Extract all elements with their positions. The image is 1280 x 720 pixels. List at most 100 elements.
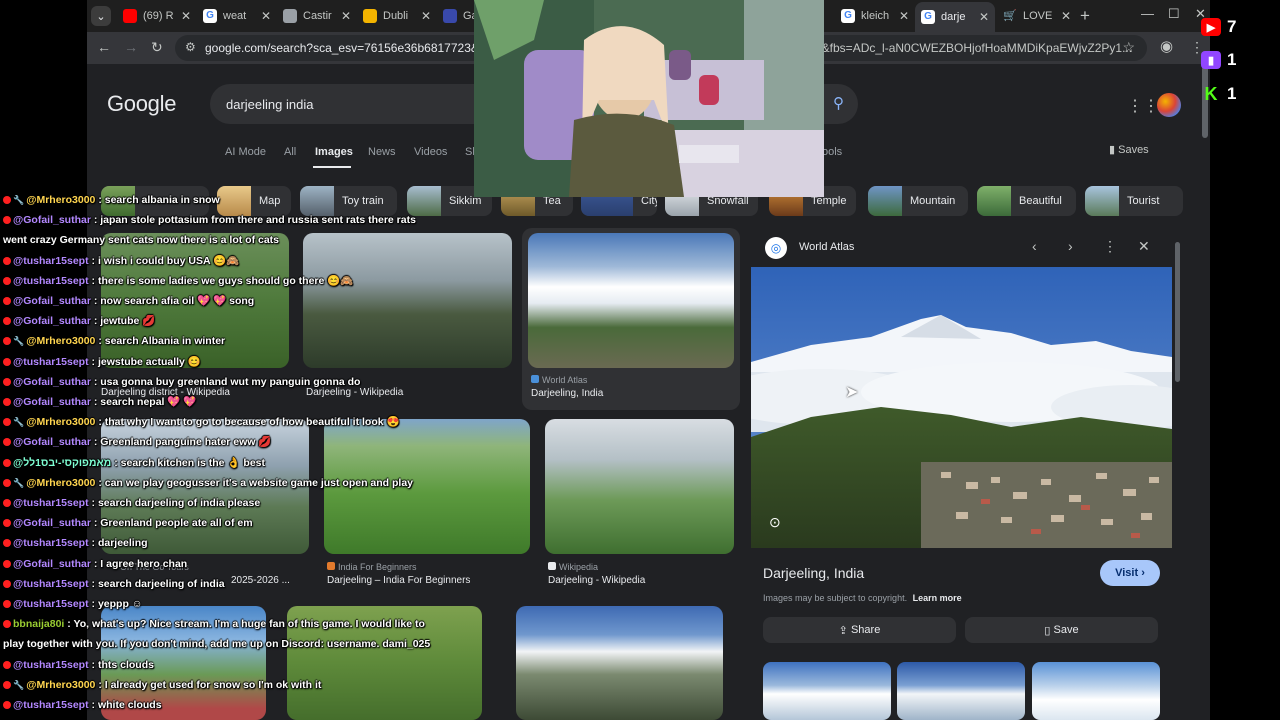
chat-text: now search afia oil 💖 💖 song: [100, 295, 255, 307]
panel-title[interactable]: Darjeeling, India: [763, 565, 864, 581]
image-result-source: World Atlas: [531, 375, 587, 385]
tab-label: (69) R: [143, 10, 174, 22]
chat-username: @Gofail_suthar: [13, 517, 91, 529]
chat-message: @tushar15sept : white clouds: [3, 699, 162, 711]
tab-darjeeling-active[interactable]: G darje ✕: [915, 2, 995, 32]
image-result[interactable]: [516, 606, 723, 720]
chat-username: @tushar15sept: [13, 598, 89, 610]
close-icon[interactable]: ✕: [979, 10, 989, 24]
chat-message: @Gofail_suthar : usa gonna buy greenland…: [3, 376, 360, 388]
image-result-title[interactable]: Darjeeling - Wikipedia: [548, 575, 645, 586]
chat-separator: :: [88, 659, 98, 671]
close-panel-icon[interactable]: ✕: [1138, 238, 1150, 255]
visit-button[interactable]: Visit ›: [1100, 560, 1160, 586]
chip-label: Tourist: [1127, 195, 1160, 207]
tab-youtube[interactable]: (69) R ✕: [117, 4, 197, 28]
saves-link[interactable]: ▮ Saves: [1109, 143, 1149, 156]
chat-username: @Gofail_suthar: [13, 558, 91, 570]
youtube-badge-icon: [3, 580, 11, 588]
tab-tools[interactable]: ools: [822, 146, 842, 158]
tab-label: LOVE: [1023, 10, 1053, 22]
chat-separator: :: [90, 436, 101, 448]
chat-separator: :: [90, 295, 101, 307]
chat-separator: :: [90, 558, 101, 570]
close-icon[interactable]: ✕: [421, 9, 431, 23]
copyright-notice: Images may be subject to copyright. Lear…: [763, 593, 962, 603]
maximize-icon[interactable]: ☐: [1168, 6, 1180, 22]
chat-message: @מאמפוקסי-יבס1לל : search kitchen is the…: [3, 457, 265, 469]
close-icon[interactable]: ✕: [1061, 9, 1071, 23]
tab-label: kleich: [861, 10, 890, 22]
minimize-icon[interactable]: —: [1141, 6, 1154, 21]
image-result[interactable]: [545, 419, 734, 554]
close-icon[interactable]: ✕: [181, 9, 191, 23]
bookmark-icon: ▯: [1044, 624, 1054, 637]
related-image[interactable]: [763, 662, 891, 720]
new-tab-button[interactable]: +: [1080, 6, 1090, 26]
panel-source[interactable]: World Atlas: [799, 241, 854, 253]
panel-scrollbar[interactable]: [1175, 242, 1180, 382]
bookmark-star-icon[interactable]: ☆: [1122, 39, 1135, 56]
chip-mountain[interactable]: Mountain: [868, 186, 968, 216]
reload-icon[interactable]: ↻: [151, 39, 163, 56]
close-icon[interactable]: ✕: [899, 9, 909, 23]
close-icon[interactable]: ✕: [261, 9, 271, 23]
profile-icon[interactable]: ◉: [1160, 37, 1173, 55]
share-button[interactable]: ⇪ Share: [763, 617, 956, 643]
address-url-tail: 2&fbs=ADc_l-aN0CWEZBOHjofHoaMMDiKpaEWjvZ…: [815, 41, 1133, 55]
source-favicon: [548, 562, 556, 570]
chat-message: bbnaija80i : Yo, what's up? Nice stream.…: [3, 618, 425, 630]
preview-image[interactable]: [751, 267, 1172, 548]
tab-dubli[interactable]: Dubli ✕: [357, 4, 437, 28]
tab-all[interactable]: All: [284, 146, 296, 158]
chat-message: @tushar15sept : darjeeling: [3, 537, 148, 549]
more-options-icon[interactable]: ⋮: [1103, 238, 1117, 255]
google-logo[interactable]: Google: [107, 91, 176, 117]
forward-icon[interactable]: →: [124, 39, 138, 55]
tab-castir[interactable]: Castir ✕: [277, 4, 357, 28]
save-button[interactable]: ▯ Save: [965, 617, 1158, 643]
chat-username: bbnaija80i: [13, 618, 65, 630]
chip-tourist[interactable]: Tourist: [1085, 186, 1183, 216]
world-atlas-logo-icon: ◎: [765, 237, 787, 259]
avatar[interactable]: [1157, 93, 1181, 117]
chip-thumbnail: [977, 186, 1011, 216]
related-image[interactable]: [1032, 662, 1160, 720]
tab-videos[interactable]: Videos: [414, 146, 447, 158]
youtube-badge-icon: [3, 317, 11, 325]
tab-kleich[interactable]: G kleich ✕: [835, 4, 915, 28]
chat-username: @Mrhero3000: [26, 335, 96, 347]
image-result-title[interactable]: Darjeeling, India: [531, 388, 603, 399]
active-tab-indicator: [313, 166, 351, 168]
chat-text: search Albania in winter: [104, 335, 226, 347]
tab-ai-mode[interactable]: AI Mode: [225, 146, 266, 158]
chat-message: @tushar15sept : there is some ladies we …: [3, 275, 353, 287]
back-icon[interactable]: ←: [97, 39, 111, 55]
site-info-icon[interactable]: ⚙: [185, 40, 196, 54]
tab-news[interactable]: News: [368, 146, 396, 158]
learn-more-link[interactable]: Learn more: [913, 593, 962, 603]
close-icon[interactable]: ✕: [341, 9, 351, 23]
search-icon[interactable]: ⚲: [833, 94, 844, 112]
chat-separator: :: [88, 497, 98, 509]
chat-separator: :: [88, 275, 98, 287]
chip-beautiful[interactable]: Beautiful: [977, 186, 1076, 216]
chat-username: @Mrhero3000: [26, 477, 96, 489]
previous-icon[interactable]: ‹: [1032, 238, 1037, 254]
related-image[interactable]: [897, 662, 1025, 720]
image-result[interactable]: [528, 233, 734, 368]
youtube-badge-icon: [3, 297, 11, 305]
tab-search-icon[interactable]: ⌄: [91, 6, 111, 26]
chat-username: @tushar15sept: [13, 497, 89, 509]
lens-icon[interactable]: ⊙: [769, 514, 781, 531]
chat-message: @tushar15sept : search darjeeling of ind…: [3, 497, 260, 509]
chat-text: search kitchen is the 👌 best: [120, 457, 266, 469]
next-icon[interactable]: ›: [1068, 238, 1073, 254]
chat-message: @Gofail_suthar : japan stole pottasium f…: [3, 214, 416, 226]
tab-weather[interactable]: G weat ✕: [197, 4, 277, 28]
tab-love[interactable]: 🛒 LOVE ✕: [997, 4, 1077, 28]
tab-images[interactable]: Images: [315, 146, 353, 158]
chat-username: @Gofail_suthar: [13, 396, 91, 408]
chip-label: Mountain: [910, 195, 956, 207]
youtube-badge-icon: [3, 600, 11, 608]
